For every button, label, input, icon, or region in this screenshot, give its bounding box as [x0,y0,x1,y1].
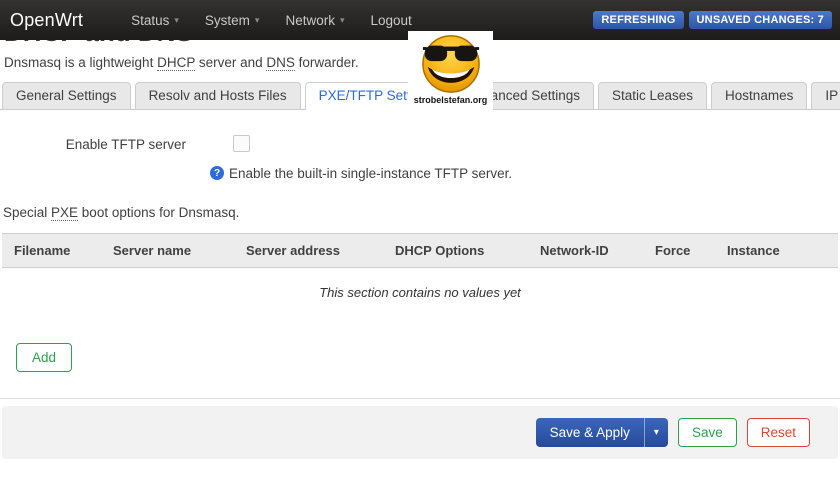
col-header-dhcp-options: DHCP Options [395,242,485,258]
nav-menu: Status ▾ System ▾ Network ▾ Logout [131,13,438,28]
intro-text: boot options for Dnsmasq. [78,204,240,220]
save-apply-split-button: Save & Apply ▾ [535,417,668,447]
tab-resolv-hosts-files[interactable]: Resolv and Hosts Files [134,81,301,110]
add-button[interactable]: Add [16,342,73,372]
tab-general-settings[interactable]: General Settings [2,81,131,110]
help-icon: ? [210,166,224,181]
chevron-down-icon: ▾ [339,14,345,25]
abbr-pxe: PXE [51,204,79,221]
col-header-server-name: Server name [113,242,192,258]
unsaved-changes-badge[interactable]: UNSAVED CHANGES: 7 [688,11,832,29]
col-header-instance: Instance [727,242,780,258]
col-header-server-address: Server address [246,242,340,258]
tftp-server-field: Enable TFTP server ? Enable the built-in… [0,134,840,181]
save-apply-dropdown-caret[interactable]: ▾ [643,417,668,447]
nav-item-status-label: Status [131,12,170,28]
pxe-section-intro: Special PXE boot options for Dnsmasq. [0,204,840,221]
nav-item-system[interactable]: System ▾ [205,13,260,28]
col-header-filename: Filename [14,242,71,258]
tftp-server-label: Enable TFTP server [65,136,186,152]
col-header-network-id: Network-ID [540,242,609,258]
tab-static-leases[interactable]: Static Leases [598,81,708,110]
nav-item-status[interactable]: Status ▾ [131,13,179,28]
tftp-server-input-wrap: ? Enable the built-in single-instance TF… [210,134,840,181]
nav-item-network[interactable]: Network ▾ [285,13,344,28]
nav-item-logout-label: Logout [370,12,412,28]
nav-item-network-label: Network [285,12,335,28]
watermark-logo: strobelstefan.org [408,31,493,118]
subtitle-text: server and [195,54,267,70]
pxe-options-table: Filename Server name Server address DHCP… [2,233,838,324]
nav-item-system-label: System [204,12,250,28]
intro-text: Special [3,204,52,220]
col-header-force: Force [655,242,691,258]
chevron-down-icon: ▾ [254,14,260,25]
empty-row: This section contains no values yet [2,267,838,324]
subtitle-text: Dnsmasq is a lightweight [4,54,158,70]
table-header-row: Filename Server name Server address DHCP… [2,233,838,268]
tftp-server-checkbox[interactable] [233,134,250,152]
footer-divider [0,397,840,399]
save-apply-button[interactable]: Save & Apply [535,417,644,447]
brand-openwrt[interactable]: OpenWrt [10,10,83,31]
smiley-sunglasses-icon [421,35,480,93]
abbr-dhcp: DHCP [157,54,196,71]
subtitle-text: forwarder. [294,54,359,70]
nav-badges: REFRESHING UNSAVED CHANGES: 7 [593,11,832,29]
save-button[interactable]: Save [677,417,737,447]
empty-section-text: This section contains no values yet [319,284,521,300]
watermark-caption: strobelstefan.org [413,95,488,105]
abbr-dns: DNS [266,54,295,71]
tftp-server-description: ? Enable the built-in single-instance TF… [210,166,840,181]
footer-action-bar: Save & Apply ▾ Save Reset [2,405,838,459]
tab-ip-sets[interactable]: IP Sets [811,81,840,110]
tab-hostnames[interactable]: Hostnames [711,81,808,110]
chevron-down-icon: ▾ [174,14,179,25]
reset-button[interactable]: Reset [746,417,810,447]
nav-item-logout[interactable]: Logout [371,13,412,28]
tftp-help-text: Enable the built-in single-instance TFTP… [229,165,513,181]
refreshing-badge[interactable]: REFRESHING [593,11,684,29]
